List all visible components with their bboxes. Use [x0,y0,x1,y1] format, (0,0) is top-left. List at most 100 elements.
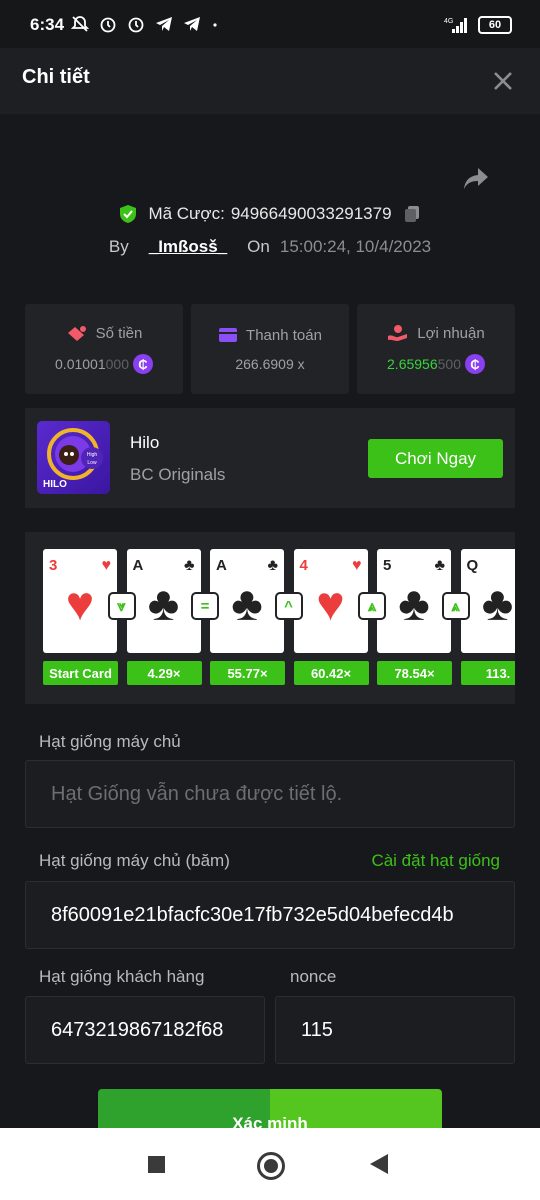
card-suit-large: ♥ [65,578,95,631]
stat-payout-label: Thanh toán [246,326,322,344]
card-history: 3 ♥ ♥ Start Card A ♣ ♣ ⩔ 4.29× A ♣ ♣ = 55.77× 4 ♥ ♥ ^ 60.4… [25,532,515,704]
play-now-button[interactable]: Chơi Ngay [368,439,503,478]
stat-payout: Thanh toán 266.6909 x [191,304,349,394]
status-time: 6:34 [30,15,65,34]
card-suit-large: ♣ [231,578,263,631]
thumb-badge-low: Low [87,460,97,466]
playing-card: 4 ♥ ♥ [293,549,368,653]
signal-icon: 4G [444,18,467,33]
server-seed-field[interactable]: Hạt Giống vẫn chưa được tiết lộ. [25,760,515,828]
card-suit-large: ♥ [316,578,345,631]
game-thumbnail[interactable]: High Low HILO [37,421,110,494]
status-right: 4G 60 [444,16,512,34]
seed-settings-link[interactable]: Cài đặt hạt giống [371,851,500,871]
modal-header: Chi tiết [0,48,540,114]
card-rank: 4 [299,557,308,574]
bet-id-row: Mã Cược: 94966490033291379 [0,204,540,224]
status-icons [70,14,220,34]
multiplier-badge: 113. [460,661,515,685]
bet-id-label: Mã Cược: [148,204,225,223]
svg-text:4G: 4G [444,18,453,25]
bet-stats: Số tiền 0.01001 000 ₵ Thanh toán 266.6909… [25,304,515,394]
home-icon[interactable] [257,1152,285,1180]
card-suit-small: ♣ [434,557,446,574]
system-nav-bar [0,1128,540,1200]
game-card: High Low HILO Hilo BC Originals Chơi Nga… [25,408,515,508]
client-seed-label: Hạt giống khách hàng [39,967,205,986]
by-label: By [108,237,129,256]
stat-amount-label: Số tiền [95,324,143,342]
alarm-icon [100,17,116,33]
stat-amount-dim: 000 [105,356,129,372]
guess-direction-icon: = [193,594,217,618]
game-name: Hilo [130,433,160,452]
stat-profit-dim: 500 [437,356,461,372]
playing-card: Q♣♣ [460,549,515,653]
server-hash-label: Hạt giống máy chủ (băm) [39,851,230,870]
stat-amount: Số tiền 0.01001 000 ₵ [25,304,183,394]
card-rank: Q [466,557,479,574]
money-icon [67,326,86,341]
card-rank: A [216,557,227,574]
profit-icon [388,325,408,341]
thumb-badge-high: High [87,452,98,458]
card-suit-large: ♣ [481,578,514,631]
card-suit-small: ♣ [267,557,279,574]
stat-profit: Lợi nhuận 2.65956 500 ₵ [357,304,515,394]
card-suit-small: ♣ [184,557,195,574]
mute-notification-icon [70,16,90,32]
multiplier-badge: 4.29× [126,661,202,685]
telegram-icon [156,17,172,31]
battery-indicator: 60 [478,16,512,34]
card-suit-large: ♣ [147,578,180,631]
status-bar: 6:34 4G 60 [0,0,540,48]
server-seed-label: Hạt giống máy chủ [39,732,181,751]
card-suit-small: ♥ [101,557,112,574]
guess-direction-icon: ⩔ [109,594,134,618]
username-link[interactable]: _Imßosš_ [149,237,227,257]
nonce-field[interactable]: 115 [275,996,515,1064]
multiplier-badge: Start Card [43,661,118,685]
bet-byline: By _Imßosš_ On 15:00:24, 10/4/2023 [0,237,540,257]
telegram-icon-2 [184,17,200,31]
close-icon[interactable] [490,68,516,94]
recent-apps-icon[interactable] [148,1156,165,1173]
thumb-label: HILO [43,479,67,490]
playing-card: A ♣ ♣ [210,549,284,653]
bet-datetime: 15:00:24, 10/4/2023 [279,237,432,256]
card-rank: A [132,557,144,574]
back-icon[interactable] [370,1154,388,1174]
multiplier-badge: 78.54× [377,661,452,685]
coin-icon: ₵ [464,354,485,374]
copy-icon[interactable] [402,204,422,224]
client-seed-field[interactable]: 6473219867182f68 [25,996,265,1064]
stat-profit-label: Lợi nhuận [417,324,485,342]
bet-id-value: 94966490033291379 [230,204,392,223]
playing-card: 3 ♥ ♥ [43,549,117,653]
card-rank: 5 [383,557,392,574]
guess-direction-icon: ^ [276,594,301,618]
share-icon[interactable] [462,166,490,192]
server-hash-field[interactable]: 8f60091e21bfacfc30e17fb732e5d04befecd4b [25,881,515,949]
card-rank: 3 [49,557,58,574]
multiplier-badge: 60.42× [293,661,369,685]
playing-card: 5 ♣ ♣ [377,549,451,653]
card-suit-large: ♣ [398,578,430,631]
coin-icon: ₵ [132,354,153,374]
hilo-logo-icon: High Low HILO [43,428,103,490]
playing-card: A ♣ ♣ [126,549,201,653]
guess-direction-icon: ⩓ [443,594,468,618]
verified-shield-icon [120,205,137,223]
card-suit-small: ♥ [352,557,362,574]
page-title: Chi tiết [22,66,90,88]
guess-direction-icon: ⩓ [360,594,384,618]
stat-amount-value: 0.01001 [55,356,106,372]
dot-icon [213,23,217,27]
on-label: On [247,237,270,256]
multiplier-badge: 55.77× [210,661,285,685]
alarm-icon-2 [128,17,144,33]
card-payment-icon [219,328,238,342]
game-provider: BC Originals [130,465,226,484]
stat-payout-value: 266.6909 x [235,355,305,372]
nonce-label: nonce [290,967,337,986]
